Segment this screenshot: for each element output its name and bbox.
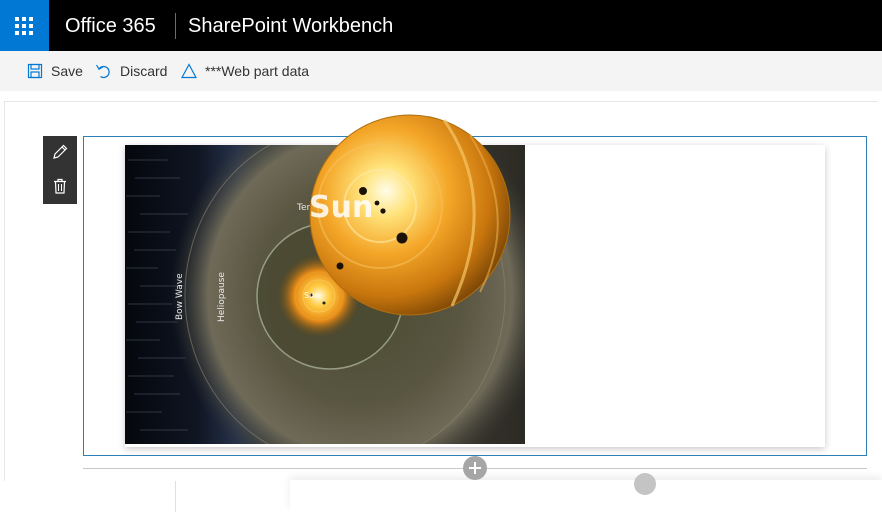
discard-icon <box>95 64 110 79</box>
save-label: Save <box>51 63 83 79</box>
web-part-card <box>125 145 825 447</box>
brand-title[interactable]: Office 365 <box>65 14 156 38</box>
plus-circle-icon <box>469 462 481 474</box>
triangle-icon <box>181 63 197 79</box>
web-part-toolbar <box>43 136 77 204</box>
app-title[interactable]: SharePoint Workbench <box>188 14 393 38</box>
edit-web-part-button[interactable] <box>50 142 70 162</box>
trash-icon <box>54 178 66 194</box>
command-bar: Save Discard ***Web part data <box>0 51 882 91</box>
secondary-add-button[interactable] <box>634 473 656 495</box>
save-button[interactable]: Save <box>27 51 83 91</box>
web-part-data-label: ***Web part data <box>205 63 310 79</box>
delete-web-part-button[interactable] <box>50 176 70 196</box>
bottom-divider <box>175 481 176 512</box>
add-section-button[interactable] <box>463 456 487 480</box>
bottom-panel <box>290 480 882 512</box>
app-launcher-button[interactable] <box>0 0 49 51</box>
topbar-divider <box>175 13 176 39</box>
web-part-data-button[interactable]: ***Web part data <box>181 51 309 91</box>
suite-bar: Office 365 SharePoint Workbench <box>0 0 882 51</box>
pencil-icon <box>53 144 68 159</box>
discard-label: Discard <box>120 63 168 79</box>
discard-button[interactable]: Discard <box>95 51 167 91</box>
save-icon <box>27 63 43 79</box>
